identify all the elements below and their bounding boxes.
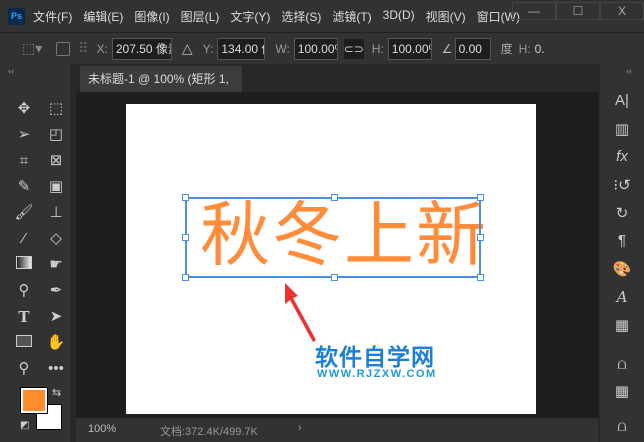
eraser-tool-icon[interactable]: ◇: [44, 228, 68, 250]
minimize-button[interactable]: —: [512, 2, 556, 20]
styles-panel-icon[interactable]: fx: [610, 148, 634, 165]
x-input[interactable]: 207.50 像素: [111, 37, 172, 60]
transform-bounding-box[interactable]: [182, 194, 484, 281]
grid-panel-icon[interactable]: ▦: [610, 382, 634, 400]
glyphs-panel-icon[interactable]: A: [610, 288, 634, 306]
character-panel-icon[interactable]: A|: [610, 92, 634, 109]
paths-panel-icon[interactable]: ⩍: [610, 356, 634, 373]
transform-handle[interactable]: [182, 234, 189, 241]
x-label: X:: [96, 41, 108, 56]
angle-input[interactable]: 0.00: [454, 37, 491, 60]
skew-value[interactable]: 0.: [535, 42, 545, 56]
watermark-url: WWW.RJZXW.COM: [317, 368, 437, 380]
transform-handle[interactable]: [477, 194, 484, 201]
gradient-tool-icon[interactable]: [12, 254, 36, 276]
rectangle-tool-icon[interactable]: [12, 332, 36, 354]
transform-handle[interactable]: [331, 194, 338, 201]
swap-colors-icon[interactable]: ⇆: [52, 386, 61, 399]
menu-view[interactable]: 视图(V): [426, 8, 466, 25]
smudge-tool-icon[interactable]: ☛: [44, 254, 68, 276]
channels-panel-icon[interactable]: ⩍: [610, 418, 634, 435]
table-panel-icon[interactable]: ▦: [610, 316, 634, 334]
collapse-tools-button[interactable]: ‹‹: [8, 66, 14, 76]
path-select-tool-icon[interactable]: ⬚▾: [22, 40, 42, 57]
red-arrow-annotation: [285, 283, 316, 342]
hand-tool-icon[interactable]: ✋: [44, 332, 68, 354]
default-colors-icon[interactable]: ◩: [20, 420, 29, 431]
pen-tool-icon[interactable]: ✒: [44, 280, 68, 302]
menu-layer[interactable]: 图层(L): [181, 8, 220, 25]
type-tool-icon[interactable]: T: [12, 306, 36, 328]
paragraph-panel-icon[interactable]: ¶: [610, 232, 634, 249]
document-tab[interactable]: 未标题-1 @ 100% (矩形 1, RGB/8) * ×: [80, 66, 242, 112]
w-label: W:: [275, 41, 290, 56]
menu-select[interactable]: 选择(S): [281, 8, 321, 25]
tools-panel: ‹‹ ✥ ⬚ ➢ ◰ ⌗ ⊠ ✎ ▣ 🖌 ⊥ ⁄ ◇ ☛ ⚲ ✒ T ➤ ✋ ⚲…: [0, 64, 70, 442]
photoshop-logo: Ps: [8, 7, 25, 25]
path-selection-tool-icon[interactable]: ➤: [44, 306, 68, 328]
menu-3d[interactable]: 3D(D): [383, 8, 415, 25]
angle-unit: 度: [500, 42, 513, 56]
watermark-title: 软件自学网: [315, 344, 435, 370]
angle-icon: ∠: [441, 41, 453, 56]
move-tool-icon[interactable]: ✥: [12, 98, 36, 120]
title-bar: Ps 文件(F) 编辑(E) 图像(I) 图层(L) 文字(Y) 选择(S) 滤…: [0, 0, 644, 32]
actions-panel-icon[interactable]: ⁝↺: [610, 176, 634, 194]
stamp-tool-icon[interactable]: ⊥: [44, 202, 68, 224]
close-button[interactable]: X: [600, 2, 644, 20]
h-label: H:: [371, 41, 384, 56]
transform-handle[interactable]: [477, 234, 484, 241]
menu-filter[interactable]: 滤镜(T): [332, 8, 371, 25]
gradient-panel-icon[interactable]: ▥: [610, 120, 634, 138]
eyedropper-tool-icon[interactable]: ✎: [12, 176, 36, 198]
swatches-panel-icon[interactable]: 🎨: [610, 260, 634, 278]
options-bar: ⬚▾ ⠿ X: 207.50 像素 △ Y: 134.00 像素 W: 100.…: [0, 32, 644, 64]
menu-bar: 文件(F) 编辑(E) 图像(I) 图层(L) 文字(Y) 选择(S) 滤镜(T…: [33, 8, 520, 25]
skew-label: H:: [518, 41, 531, 56]
lasso-tool-icon[interactable]: ➢: [12, 124, 36, 146]
collapse-panels-button[interactable]: ‹‹: [626, 66, 632, 76]
transform-handle[interactable]: [182, 274, 189, 281]
crop-tool-icon[interactable]: ⌗: [12, 150, 36, 172]
relative-position-icon[interactable]: △: [182, 40, 193, 57]
marquee-tool-icon[interactable]: ⬚: [44, 98, 68, 120]
transform-handle[interactable]: [182, 194, 189, 201]
link-icon[interactable]: ⊂⊃: [343, 38, 364, 59]
frame-tool-icon[interactable]: ⊠: [44, 150, 68, 172]
w-input[interactable]: 100.00%: [293, 37, 338, 60]
menu-image[interactable]: 图像(I): [134, 8, 169, 25]
y-input[interactable]: 134.00 像素: [217, 37, 266, 60]
reference-point-icon[interactable]: ⠿: [78, 40, 88, 57]
menu-type[interactable]: 文字(Y): [230, 8, 270, 25]
status-bar: 100% 文档:372.4K/499.7K ›: [76, 418, 598, 442]
foreground-color-swatch[interactable]: [20, 387, 48, 414]
y-label: Y:: [202, 41, 214, 56]
transform-handle[interactable]: [477, 274, 484, 281]
menu-file[interactable]: 文件(F): [33, 8, 72, 25]
menu-edit[interactable]: 编辑(E): [83, 8, 123, 25]
dodge-tool-icon[interactable]: ⚲: [12, 280, 36, 302]
right-panel-dock: ‹‹ A| ▥ fx ⁝↺ ↻ ¶ 🎨 A ▦ ⩍ ▦ ⩍: [600, 64, 644, 442]
h-input[interactable]: 100.00%: [387, 37, 432, 60]
maximize-button[interactable]: ☐: [556, 2, 600, 20]
history-panel-icon[interactable]: ↻: [610, 204, 634, 222]
more-tools-icon[interactable]: •••: [44, 358, 68, 380]
zoom-tool-icon[interactable]: ⚲: [12, 358, 36, 380]
reference-point-checkbox[interactable]: [56, 41, 71, 56]
history-brush-tool-icon[interactable]: ⁄: [12, 228, 36, 250]
status-menu-arrow[interactable]: ›: [298, 422, 302, 434]
document-size: 文档:372.4K/499.7K: [160, 426, 258, 438]
patch-tool-icon[interactable]: ▣: [44, 176, 68, 198]
zoom-level[interactable]: 100%: [88, 423, 116, 435]
brush-tool-icon[interactable]: 🖌: [12, 202, 36, 224]
transform-handle[interactable]: [331, 274, 338, 281]
object-select-tool-icon[interactable]: ◰: [44, 124, 68, 146]
